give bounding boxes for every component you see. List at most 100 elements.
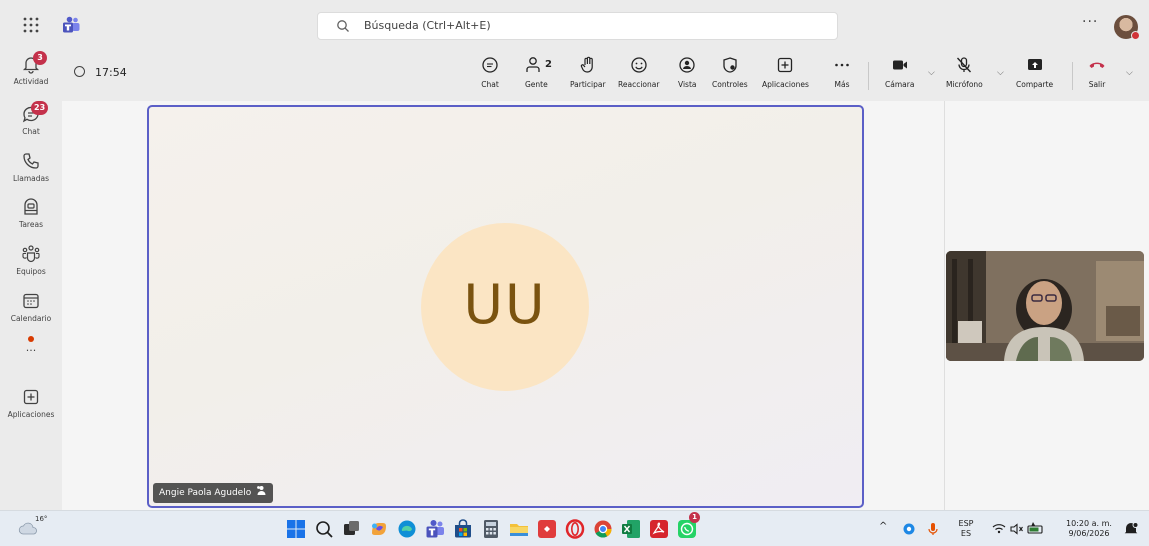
rail-label-teams: Equipos <box>16 267 46 276</box>
rail-item-activity[interactable]: 3 Actividad <box>0 51 62 86</box>
copilot-button[interactable] <box>368 518 390 540</box>
meeting-timer-text: 17:54 <box>95 66 127 79</box>
rail-item-chat[interactable]: 23 Chat <box>0 101 62 136</box>
share-screen-icon <box>1027 59 1042 70</box>
participant-tile[interactable]: UU Angie Paola Agudelo <box>147 105 864 508</box>
rail-label-apps: Aplicaciones <box>7 410 55 419</box>
leave-options-chevron-icon[interactable]: ⌵ <box>1126 68 1133 78</box>
tray-app-button[interactable] <box>901 518 917 540</box>
task-view-button[interactable] <box>340 518 362 540</box>
participant-name-tag: Angie Paola Agudelo <box>153 483 274 503</box>
rail-label-calendar: Calendario <box>10 314 52 323</box>
notification-center-icon <box>1124 522 1139 534</box>
wifi-volume-battery-icon <box>992 522 1043 535</box>
quick-settings-button[interactable] <box>990 518 1046 540</box>
edge-button[interactable] <box>396 518 418 540</box>
rail-item-tasks[interactable]: Tareas <box>0 197 62 229</box>
participant-avatar: UU <box>421 223 589 391</box>
self-video-preview[interactable] <box>946 251 1144 361</box>
raise-hand-button[interactable]: Participar <box>570 56 606 89</box>
microphone-in-use-icon <box>928 523 938 535</box>
input-language[interactable]: ESP ES <box>955 519 977 539</box>
pdf-icon <box>650 520 668 538</box>
tray-mic-button[interactable] <box>926 518 940 540</box>
apps-button[interactable]: Aplicaciones <box>762 56 809 89</box>
rail-item-calls[interactable]: Llamadas <box>0 151 62 183</box>
anydesk-button[interactable] <box>536 518 558 540</box>
chrome-button[interactable] <box>592 518 614 540</box>
mic-options-chevron-icon[interactable]: ⌵ <box>997 68 1004 78</box>
leave-button[interactable]: Salir <box>1088 56 1106 89</box>
weather-temperature: 16° <box>35 515 48 523</box>
rail-label-chat: Chat <box>22 127 40 136</box>
store-icon <box>455 519 471 538</box>
chat-button[interactable]: Chat <box>481 56 499 89</box>
rail-item-teams[interactable]: Equipos <box>0 244 62 276</box>
camera-options-chevron-icon[interactable]: ⌵ <box>928 68 935 78</box>
react-button-label: Reaccionar <box>618 80 660 89</box>
folder-icon <box>510 524 528 536</box>
status-dot-icon <box>1131 31 1140 40</box>
meeting-stage: UU Angie Paola Agudelo <box>62 101 1149 510</box>
react-button[interactable]: Reaccionar <box>618 56 659 89</box>
teams-logo-icon <box>62 16 80 34</box>
search-placeholder: Búsqueda (Ctrl+Alt+E) <box>364 19 491 32</box>
rail-item-apps[interactable]: Aplicaciones <box>0 387 62 419</box>
people-button[interactable]: 2 Gente <box>525 56 552 89</box>
opera-button[interactable] <box>564 518 586 540</box>
copilot-icon <box>372 523 386 535</box>
camera-button[interactable]: Cámara <box>885 56 914 89</box>
people-count: 2 <box>545 59 552 70</box>
controls-button[interactable]: Controles <box>712 56 748 89</box>
panel-divider <box>944 101 945 510</box>
more-actions-button[interactable]: Más <box>833 56 851 89</box>
calculator-icon <box>484 520 498 538</box>
chat-button-label: Chat <box>481 80 499 89</box>
windows-logo-icon <box>287 520 305 538</box>
rail-label-activity: Actividad <box>13 77 49 86</box>
show-hidden-icons-chevron-icon[interactable]: ^ <box>879 522 887 532</box>
share-button[interactable]: Comparte <box>1016 56 1053 89</box>
excel-button[interactable] <box>620 518 642 540</box>
mic-off-icon <box>957 57 972 73</box>
participant-name: Angie Paola Agudelo <box>159 488 252 498</box>
opera-icon <box>565 519 585 539</box>
whatsapp-button[interactable]: 1 <box>676 512 700 540</box>
acrobat-button[interactable] <box>648 518 670 540</box>
excel-icon <box>622 520 640 538</box>
view-icon <box>679 57 695 73</box>
start-button[interactable] <box>285 518 307 540</box>
taskbar-search-button[interactable] <box>313 518 335 540</box>
add-apps-icon <box>23 389 39 405</box>
user-avatar[interactable] <box>1114 15 1140 40</box>
teams-taskbar-button[interactable] <box>424 518 446 540</box>
people-icon <box>526 57 540 72</box>
toolbar-divider <box>868 62 869 90</box>
calculator-button[interactable] <box>480 518 502 540</box>
camera-icon <box>892 60 907 70</box>
add-icon <box>778 57 793 73</box>
app-bar: 3 Actividad 23 Chat Llamadas Tareas Equi… <box>0 48 62 510</box>
view-button[interactable]: Vista <box>678 56 697 89</box>
notifications-button[interactable] <box>1122 518 1140 540</box>
shield-settings-icon <box>723 57 737 73</box>
rail-label-tasks: Tareas <box>19 220 43 229</box>
more-options-button[interactable]: ··· <box>1082 14 1098 30</box>
phone-icon <box>23 153 39 169</box>
mic-button[interactable]: Micrófono <box>946 56 983 89</box>
toolbar-divider-2 <box>1072 62 1073 90</box>
teams-taskbar-icon <box>426 520 444 538</box>
participant-initials: UU <box>463 273 547 336</box>
rail-item-calendar[interactable]: Calendario <box>0 291 62 323</box>
activity-badge: 3 <box>33 51 47 65</box>
clock[interactable]: 10:20 a. m. 9/06/2026 <box>1058 519 1120 539</box>
clock-date: 9/06/2026 <box>1068 529 1110 538</box>
raise-hand-label: Participar <box>570 80 606 89</box>
tray-app-icon <box>903 523 915 535</box>
app-launcher-icon[interactable] <box>22 16 40 34</box>
rail-item-more[interactable]: ··· <box>0 336 62 357</box>
file-explorer-button[interactable] <box>508 518 530 540</box>
task-view-icon <box>344 521 359 535</box>
search-input[interactable]: Búsqueda (Ctrl+Alt+E) <box>317 12 838 40</box>
store-button[interactable] <box>452 518 474 540</box>
